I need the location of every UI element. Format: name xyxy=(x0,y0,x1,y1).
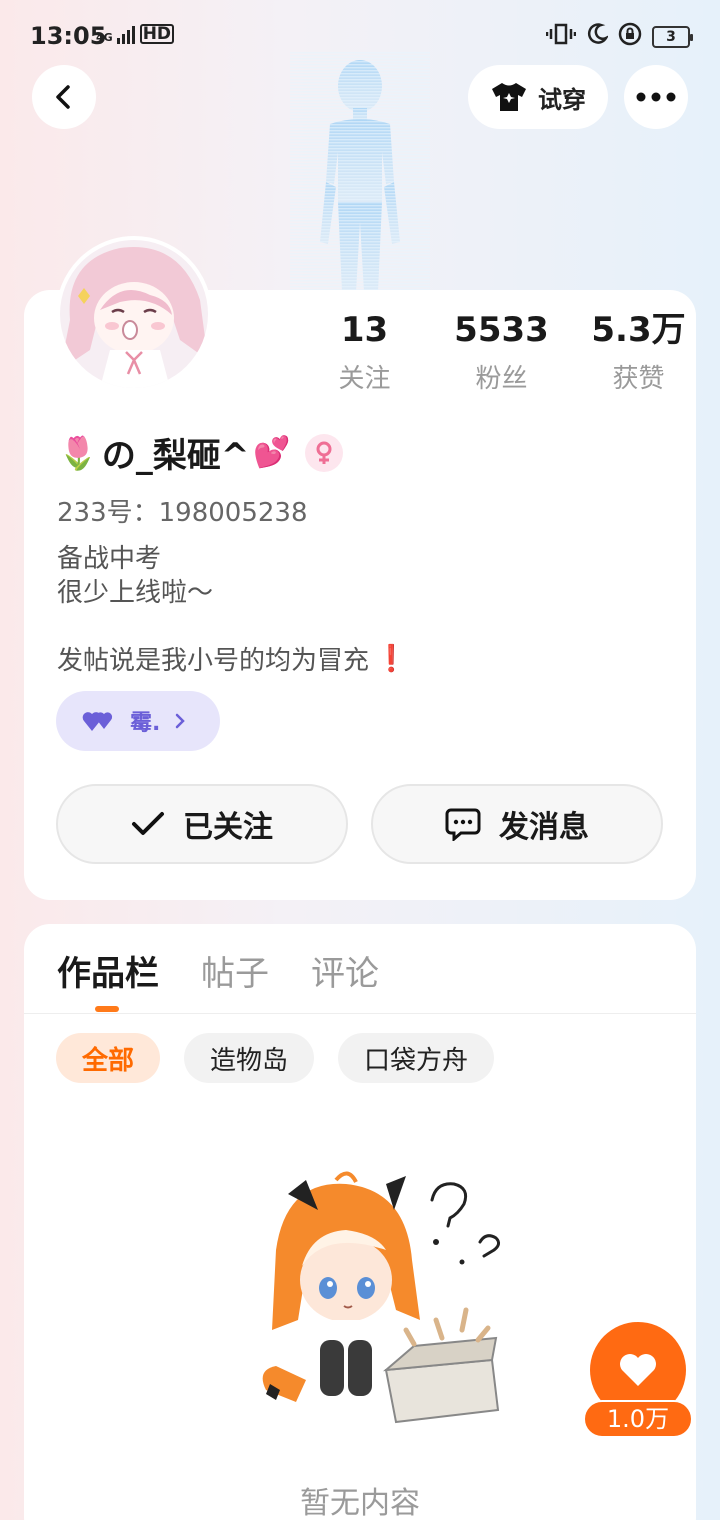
avatar[interactable] xyxy=(56,236,212,392)
bio-line: 备战中考 xyxy=(57,544,162,574)
vibrate-icon xyxy=(545,22,577,52)
more-button[interactable] xyxy=(624,65,688,129)
filter-chip-all[interactable]: 全部 xyxy=(56,1033,161,1083)
lock-rotation-icon xyxy=(618,22,642,52)
username-row: 🌷 の_梨砸^ 💕 xyxy=(58,428,343,477)
battery-icon: 3 xyxy=(652,26,693,48)
hearts-icon xyxy=(82,712,113,731)
followed-button[interactable]: 已关注 xyxy=(56,784,348,864)
like-count: 1.0万 xyxy=(583,1400,693,1438)
chevron-right-icon xyxy=(176,713,186,729)
bio-line: 发帖说是我小号的均为冒充 xyxy=(57,646,370,676)
message-label: 发消息 xyxy=(499,810,589,845)
stat-value: 13 xyxy=(340,310,389,350)
bio-line-warning: 发帖说是我小号的均为冒充 ❗ xyxy=(57,640,407,677)
stat-label: 获赞 xyxy=(612,364,665,394)
chat-bubble-icon xyxy=(445,808,481,841)
stat-likes[interactable]: 5.3万 获赞 xyxy=(570,308,707,395)
stat-value: 5.3万 xyxy=(591,310,686,350)
username: の_梨砸^ xyxy=(101,436,250,476)
followed-label: 已关注 xyxy=(183,810,273,845)
network-indicator: 4G HD xyxy=(96,24,175,44)
group-chip[interactable]: 霉. xyxy=(56,691,220,751)
tulip-emoji: 🌷 xyxy=(58,433,98,472)
empty-state-text: 暂无内容 xyxy=(300,1486,420,1520)
divider xyxy=(24,1013,696,1014)
moon-icon xyxy=(586,23,610,51)
avatar-3d-figure xyxy=(290,52,430,292)
profile-stats: 13 关注 5533 粉丝 5.3万 获赞 xyxy=(296,308,707,395)
stat-value: 5533 xyxy=(454,310,549,350)
chevron-left-icon xyxy=(56,85,70,109)
tab-comments[interactable]: 评论 xyxy=(311,946,379,995)
message-button[interactable]: 发消息 xyxy=(371,784,663,864)
filter-chip-ark[interactable]: 口袋方舟 xyxy=(338,1033,495,1083)
tab-works[interactable]: 作品栏 xyxy=(57,946,159,995)
female-gender-icon xyxy=(304,433,343,472)
exclamation-emoji: ❗ xyxy=(375,643,408,674)
bio: 备战中考 很少上线啦～ xyxy=(57,542,213,610)
back-button[interactable] xyxy=(32,65,96,129)
user-id: 233号：198005238 xyxy=(57,498,308,528)
status-time: 13:05 xyxy=(30,22,107,50)
tab-posts[interactable]: 帖子 xyxy=(201,946,269,995)
try-on-label: 试穿 xyxy=(538,85,586,114)
heart-icon xyxy=(620,1354,656,1386)
stat-label: 关注 xyxy=(338,364,391,394)
hd-badge: HD xyxy=(139,24,175,44)
try-on-button[interactable]: 试穿 xyxy=(468,65,608,129)
bio-line: 很少上线啦～ xyxy=(57,578,214,608)
network-type: 4G xyxy=(96,31,113,44)
group-chip-label: 霉. xyxy=(130,711,161,736)
tshirt-icon xyxy=(492,83,526,111)
check-icon xyxy=(132,812,164,835)
stat-label: 粉丝 xyxy=(475,364,528,394)
hearts-emoji: 💕 xyxy=(253,435,291,470)
tab-active-indicator xyxy=(95,1006,119,1012)
stat-followers[interactable]: 5533 粉丝 xyxy=(433,308,570,395)
empty-state-illustration xyxy=(236,1170,516,1440)
filter-chips: 全部 造物岛 口袋方舟 xyxy=(56,1033,495,1083)
status-icons: 3 xyxy=(545,22,693,52)
more-dots-icon xyxy=(636,92,676,102)
content-tabs: 作品栏 帖子 评论 xyxy=(57,946,379,995)
signal-icon xyxy=(116,26,135,44)
filter-chip-island[interactable]: 造物岛 xyxy=(184,1033,315,1083)
stat-following[interactable]: 13 关注 xyxy=(296,308,433,395)
